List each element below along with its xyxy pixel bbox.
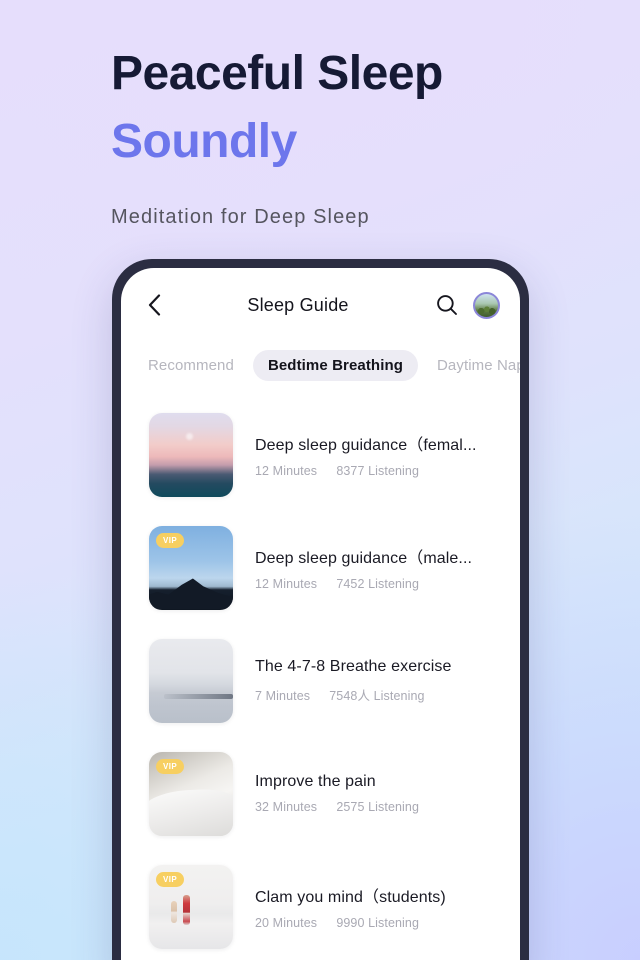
tab-recommend[interactable]: Recommend: [135, 350, 247, 381]
vip-badge: VIP: [156, 758, 185, 774]
headline-accent: Soundly: [111, 115, 297, 168]
list-item-listening: 7548人 Listening: [329, 688, 425, 703]
subheadline: Meditation for Deep Sleep: [111, 206, 370, 228]
page-title: Sleep Guide: [247, 294, 349, 315]
poster-canvas: Peaceful Sleep Soundly Meditation for De…: [0, 0, 640, 960]
thumbnail: VIP: [149, 525, 233, 610]
list-item-listening: 8377 Listening: [336, 464, 420, 478]
thumbnail: [149, 638, 233, 723]
list-item-title: Improve the pain: [255, 773, 376, 790]
thumbnail-art-pier: [149, 638, 233, 723]
list-item-meta: 12 Minutes 7452 Listening: [255, 577, 500, 591]
list-item-duration: 20 Minutes: [255, 916, 318, 930]
thumbnail-art-sunset: [149, 412, 233, 497]
list-item-duration: 32 Minutes: [255, 800, 318, 814]
list-item-text: Deep sleep guidance（male... 12 Minutes 7…: [233, 544, 500, 591]
phone-mockup-frame: Sleep Guide Recommend Bedtime Breathing …: [112, 259, 529, 960]
headline-primary: Peaceful Sleep: [111, 47, 443, 100]
list-item[interactable]: VIP Clam you mind（students) 20 Minutes 9…: [121, 850, 520, 960]
session-list: Deep sleep guidance（femal... 12 Minutes …: [121, 386, 520, 960]
list-item-text: Improve the pain 32 Minutes 2575 Listeni…: [233, 773, 500, 814]
vip-badge: VIP: [156, 871, 185, 887]
tab-bedtime-breathing[interactable]: Bedtime Breathing: [252, 349, 418, 381]
list-item-listening: 7452 Listening: [336, 577, 420, 591]
thumbnail: VIP: [149, 864, 233, 949]
vip-badge: VIP: [156, 532, 185, 548]
thumbnail: VIP: [149, 751, 233, 836]
list-item-meta: 20 Minutes 9990 Listening: [255, 916, 500, 930]
list-item-meta: 7 Minutes 7548人 Listening: [255, 685, 500, 704]
list-item-title: Deep sleep guidance（male...: [255, 550, 473, 567]
app-bar-actions: [435, 291, 500, 319]
list-item-title: The 4-7-8 Breathe exercise: [255, 657, 452, 675]
list-item-text: Clam you mind（students) 20 Minutes 9990 …: [233, 883, 500, 930]
list-item-title: Clam you mind（students): [255, 889, 446, 906]
list-item[interactable]: Deep sleep guidance（femal... 12 Minutes …: [121, 398, 520, 511]
list-item-meta: 32 Minutes 2575 Listening: [255, 800, 500, 814]
search-icon[interactable]: [435, 293, 459, 317]
list-item-duration: 12 Minutes: [255, 464, 318, 478]
tab-daytime-nap[interactable]: Daytime Nap: [424, 350, 520, 381]
list-item[interactable]: The 4-7-8 Breathe exercise 7 Minutes 754…: [121, 624, 520, 737]
headline-block: Peaceful Sleep Soundly Meditation for De…: [111, 42, 443, 230]
thumbnail: [149, 412, 233, 497]
list-item-title: Deep sleep guidance（femal...: [255, 437, 477, 454]
list-item-duration: 7 Minutes: [255, 688, 311, 703]
list-item-listening: 2575 Listening: [336, 800, 420, 814]
list-item-text: Deep sleep guidance（femal... 12 Minutes …: [233, 431, 500, 478]
phone-screen: Sleep Guide Recommend Bedtime Breathing …: [121, 268, 520, 960]
tab-bar: Recommend Bedtime Breathing Daytime Nap: [121, 342, 520, 386]
list-item[interactable]: VIP Deep sleep guidance（male... 12 Minut…: [121, 511, 520, 624]
list-item-meta: 12 Minutes 8377 Listening: [255, 464, 500, 478]
avatar[interactable]: [473, 291, 500, 319]
list-item[interactable]: VIP Improve the pain 32 Minutes 2575 Lis…: [121, 737, 520, 850]
list-item-duration: 12 Minutes: [255, 577, 318, 591]
app-bar: Sleep Guide: [121, 268, 520, 342]
list-item-text: The 4-7-8 Breathe exercise 7 Minutes 754…: [233, 658, 500, 704]
list-item-listening: 9990 Listening: [336, 916, 420, 930]
